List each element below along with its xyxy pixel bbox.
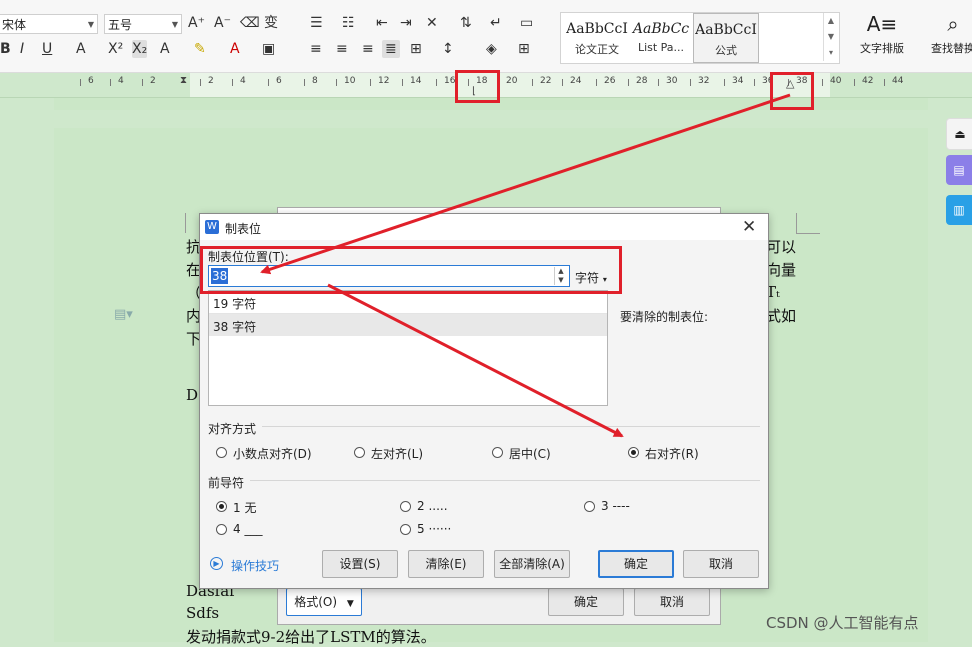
arrow-to-position xyxy=(260,93,791,275)
watermark: CSDN @人工智能有点 xyxy=(766,614,919,632)
annotation-arrows xyxy=(260,93,791,438)
arrow-to-right-align xyxy=(327,283,624,438)
